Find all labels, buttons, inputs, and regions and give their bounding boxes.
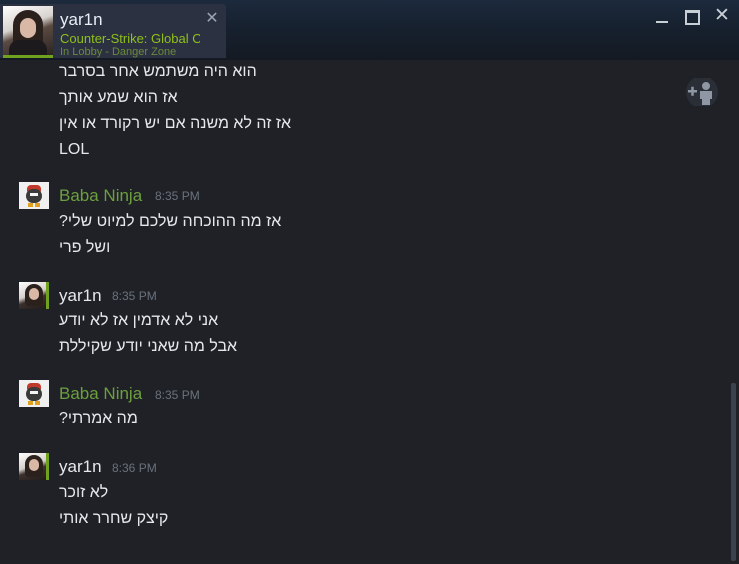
friend-avatar (3, 6, 53, 55)
ninja-avatar-icon[interactable] (19, 182, 49, 209)
tab-close-icon[interactable]: ✕ (205, 11, 219, 27)
chat-tab[interactable]: yar1n Counter-Strike: Global Offensive I… (0, 4, 226, 58)
message-line: ?מה אמרתי (59, 410, 138, 427)
message-line: ?אז מה ההוכחה שלכם למיוט שלי (59, 213, 282, 230)
message-line: ושל פרי (59, 239, 111, 256)
message-line: LOL (59, 141, 90, 158)
minimize-icon[interactable] (654, 8, 670, 24)
message-line: אז זה לא משנה אם יש רקורד או אין (59, 115, 292, 132)
sender-name[interactable]: yar1n (59, 457, 102, 477)
sender-name[interactable]: Baba Ninja (59, 384, 142, 404)
user-avatar-icon[interactable] (19, 453, 49, 480)
tab-friend-name: yar1n (60, 10, 103, 29)
window-close-icon[interactable]: ✕ (714, 6, 730, 25)
message-timestamp: 8:35 PM (155, 388, 200, 402)
sender-name[interactable]: Baba Ninja (59, 186, 142, 206)
title-bar: yar1n Counter-Strike: Global Offensive I… (0, 0, 739, 60)
tab-game-status: In Lobby - Danger Zone (60, 46, 177, 58)
maximize-icon[interactable] (684, 8, 700, 25)
message-line: אז הוא שמע אותך (59, 89, 178, 106)
message-timestamp: 8:36 PM (112, 461, 157, 475)
message-line: הוא היה משתמש אחר בסרבר (59, 63, 257, 80)
user-avatar-icon[interactable] (19, 282, 49, 309)
chat-window: yar1n Counter-Strike: Global Offensive I… (0, 0, 739, 564)
add-friend-icon[interactable] (684, 78, 720, 106)
message-timestamp: 8:35 PM (155, 189, 200, 203)
tab-game-name: Counter-Strike: Global Offensive (60, 31, 200, 46)
in-game-indicator (3, 55, 53, 58)
message-timestamp: 8:35 PM (112, 289, 157, 303)
sender-name[interactable]: yar1n (59, 286, 102, 306)
message-line: לא זוכר (59, 484, 109, 501)
ninja-avatar-icon[interactable] (19, 380, 49, 407)
message-line: קיצק שחרר אותי (59, 510, 169, 527)
message-line: אבל מה שאני יודע שקיללת (59, 338, 238, 355)
scrollbar[interactable] (730, 60, 739, 564)
scrollbar-thumb[interactable] (731, 383, 736, 561)
message-line: אני לא אדמין אז לא יודע (59, 312, 219, 329)
